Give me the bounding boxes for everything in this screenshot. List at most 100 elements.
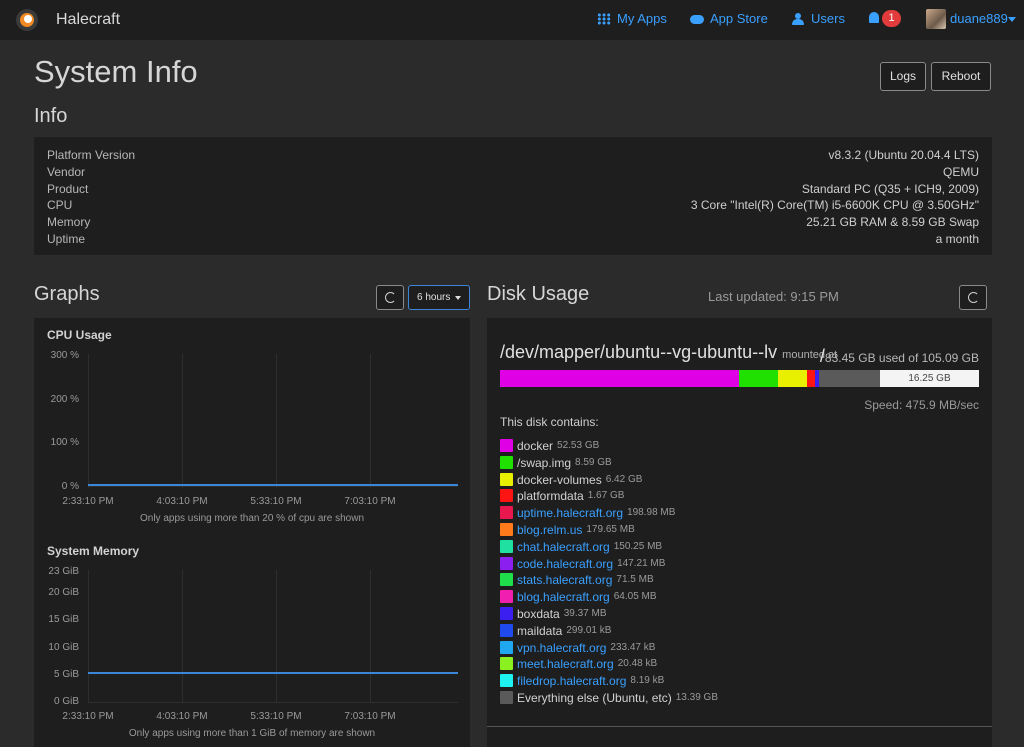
- info-row-vendor: Vendor QEMU: [34, 165, 992, 182]
- refresh-icon: [385, 292, 396, 303]
- disk-item-name: docker: [517, 438, 554, 453]
- memory-y-tick: 5 GiB: [53, 669, 79, 680]
- disk-item-name: platformdata: [517, 488, 584, 503]
- cpu-y-tick: 200 %: [50, 394, 79, 405]
- cpu-y-tick: 100 %: [50, 437, 79, 448]
- chevron-down-icon[interactable]: [1008, 17, 1016, 22]
- disk-item-color-swatch: [500, 573, 513, 586]
- memory-baseline: [88, 702, 458, 703]
- disk-speed: Speed: 475.9 MB/sec: [864, 398, 979, 412]
- disk-item-name: /swap.img: [517, 455, 572, 470]
- disk-item-color-swatch: [500, 624, 513, 637]
- disk-item-app-link[interactable]: blog.halecraft.org: [517, 590, 610, 604]
- memory-grid-line: [370, 570, 371, 703]
- graphs-refresh-button[interactable]: [376, 285, 404, 310]
- disk-item-app-link[interactable]: code.halecraft.org: [517, 557, 613, 571]
- nav-users[interactable]: Users: [791, 11, 845, 26]
- disk-usage-heading: Disk Usage: [487, 283, 590, 305]
- disk-item[interactable]: meet.halecraft.org 20.48 kB: [500, 656, 657, 671]
- info-row-uptime: Uptime a month: [34, 232, 992, 249]
- logs-button[interactable]: Logs: [880, 62, 926, 91]
- notifications-bell-icon[interactable]: [869, 12, 879, 23]
- disk-item[interactable]: chat.halecraft.org 150.25 MB: [500, 539, 662, 554]
- cpu-grid-line: [88, 354, 89, 488]
- disk-item: docker 52.53 GB: [500, 438, 599, 453]
- disk-item-color-swatch: [500, 657, 513, 670]
- memory-x-tick: 5:33:10 PM: [250, 711, 302, 722]
- info-key: Product: [47, 182, 89, 196]
- disk-bar-segment: [807, 370, 815, 387]
- disk-item-color-swatch: [500, 691, 513, 704]
- user-menu[interactable]: duane889: [950, 11, 1008, 26]
- disk-item[interactable]: blog.halecraft.org 64.05 MB: [500, 589, 657, 604]
- memory-x-tick: 4:03:10 PM: [156, 711, 208, 722]
- info-value: Standard PC (Q35 + ICH9, 2009): [801, 182, 979, 196]
- halecraft-logo-icon[interactable]: [16, 9, 38, 31]
- disk-item-color-swatch: [500, 439, 513, 452]
- disk-item-color-swatch: [500, 590, 513, 603]
- memory-x-tick: 7:03:10 PM: [344, 711, 396, 722]
- disk-item-app-link[interactable]: vpn.halecraft.org: [517, 641, 606, 655]
- brand-name[interactable]: Halecraft: [56, 11, 120, 29]
- disk-item-color-swatch: [500, 489, 513, 502]
- disk-item-name: maildata: [517, 623, 563, 638]
- memory-grid-line: [182, 570, 183, 703]
- nav-users-label: Users: [811, 11, 845, 26]
- disk-item-size: 8.59 GB: [575, 457, 612, 468]
- memory-y-tick: 20 GiB: [48, 587, 79, 598]
- disk-usage-summary: /83.45 GB used of 105.09 GB: [820, 346, 979, 367]
- disk-item-app-link[interactable]: chat.halecraft.org: [517, 540, 610, 554]
- disk-item-size: 20.48 kB: [617, 658, 658, 669]
- user-avatar[interactable]: [926, 9, 946, 29]
- cpu-x-tick: 5:33:10 PM: [250, 496, 302, 507]
- disk-item-color-swatch: [500, 540, 513, 553]
- cpu-grid-line: [182, 354, 183, 488]
- memory-y-tick: 0 GiB: [53, 696, 79, 707]
- notification-count-badge[interactable]: 1: [882, 10, 901, 27]
- info-key: Uptime: [47, 232, 86, 246]
- info-panel: Platform Version v8.3.2 (Ubuntu 20.04.4 …: [34, 137, 992, 255]
- disk-item[interactable]: vpn.halecraft.org 233.47 kB: [500, 640, 655, 655]
- disk-item-size: 8.19 kB: [630, 675, 665, 686]
- nav-app-store[interactable]: App Store: [690, 11, 768, 26]
- cpu-chart-note: Only apps using more than 20 % of cpu ar…: [139, 513, 365, 524]
- disk-bar-segment: [739, 370, 778, 387]
- disk-item[interactable]: blog.relm.us 179.65 MB: [500, 522, 635, 537]
- disk-item-color-swatch: [500, 456, 513, 469]
- cpu-grid-line: [276, 354, 277, 488]
- users-icon: [791, 12, 805, 25]
- disk-item-color-swatch: [500, 607, 513, 620]
- disk-item-app-link[interactable]: filedrop.halecraft.org: [517, 674, 626, 688]
- memory-grid-line: [276, 570, 277, 703]
- memory-y-tick: 15 GiB: [48, 614, 79, 625]
- cpu-usage-series-line: [88, 484, 458, 486]
- info-key: CPU: [47, 198, 73, 212]
- memory-grid-line: [88, 570, 89, 703]
- reboot-button[interactable]: Reboot: [931, 62, 991, 91]
- cpu-y-tick: 300 %: [50, 350, 79, 361]
- refresh-icon: [968, 292, 979, 303]
- disk-item-app-link[interactable]: stats.halecraft.org: [517, 573, 612, 587]
- disk-item-size: 150.25 MB: [613, 541, 663, 552]
- disk-item-app-link[interactable]: uptime.halecraft.org: [517, 506, 623, 520]
- disk-refresh-button[interactable]: [959, 285, 987, 310]
- disk-item[interactable]: uptime.halecraft.org 198.98 MB: [500, 505, 675, 520]
- disk-device-line: /dev/mapper/ubuntu--vg-ubuntu--lv mounte…: [500, 342, 837, 363]
- disk-item-name: boxdata: [517, 606, 560, 621]
- info-value: a month: [935, 232, 979, 246]
- graph-period-select[interactable]: 6 hours: [408, 285, 470, 310]
- memory-x-tick: 2:33:10 PM: [62, 711, 114, 722]
- disk-used-text: 83.45 GB used of 105.09 GB: [824, 351, 979, 365]
- disk-item-color-swatch: [500, 523, 513, 536]
- disk-item[interactable]: filedrop.halecraft.org 8.19 kB: [500, 673, 664, 688]
- disk-item[interactable]: code.halecraft.org 147.21 MB: [500, 556, 665, 571]
- disk-item-app-link[interactable]: meet.halecraft.org: [517, 657, 614, 671]
- nav-my-apps[interactable]: My Apps: [597, 11, 667, 26]
- graph-period-value: 6 hours: [417, 292, 451, 303]
- cpu-grid-line: [370, 354, 371, 488]
- disk-item[interactable]: stats.halecraft.org 71.5 MB: [500, 572, 654, 587]
- memory-y-tick: 23 GiB: [48, 566, 79, 577]
- disk-item: docker-volumes 6.42 GB: [500, 472, 642, 487]
- disk-item-size: 71.5 MB: [616, 574, 654, 585]
- disk-item-app-link[interactable]: blog.relm.us: [517, 523, 582, 537]
